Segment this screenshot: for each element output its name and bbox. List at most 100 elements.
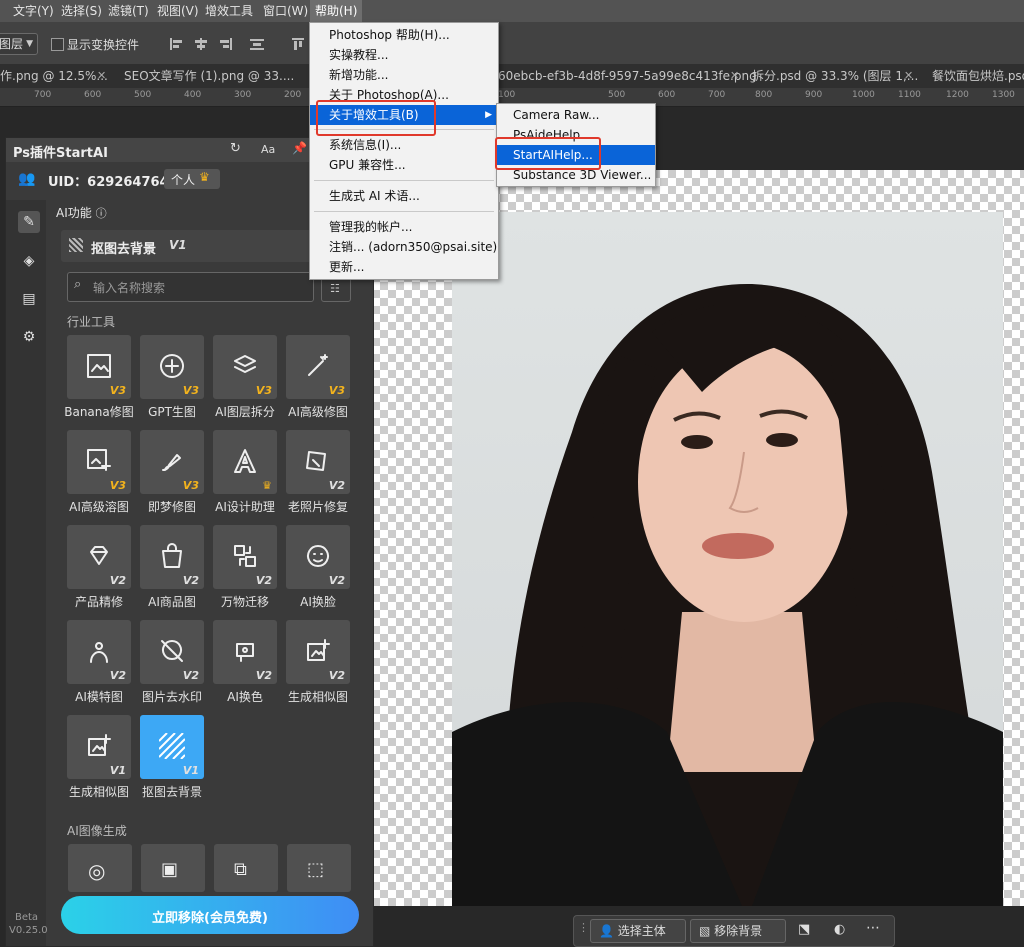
ruler-label: 300 xyxy=(234,90,252,100)
menu-item-system-info[interactable]: 系统信息(I)... xyxy=(310,135,498,155)
tool-version: V3 xyxy=(255,384,272,397)
magic-wand-icon xyxy=(308,354,328,376)
menu-item-manage-account[interactable]: 管理我的帐户... xyxy=(310,217,498,237)
transform-icon[interactable]: ⬔ xyxy=(798,922,810,937)
tool-card[interactable]: V3 xyxy=(286,335,350,399)
tool-label: AI换脸 xyxy=(300,595,336,609)
close-icon[interactable]: ✕ xyxy=(730,64,739,88)
close-icon[interactable]: ✕ xyxy=(904,64,913,88)
align-right-icon[interactable] xyxy=(218,38,232,50)
tool-label: AI换色 xyxy=(227,690,263,704)
menu-plugins[interactable]: 增效工具 xyxy=(205,0,253,22)
adjustment-icon[interactable]: ◐ xyxy=(834,922,845,937)
menu-item-tutorials[interactable]: 实操教程... xyxy=(310,45,498,65)
ruler-label: 600 xyxy=(658,90,676,100)
tool-card[interactable]: V2 xyxy=(213,525,277,589)
tool-card[interactable]: V2 xyxy=(286,620,350,684)
close-icon[interactable]: ✕ xyxy=(97,64,106,88)
tool-card[interactable]: V3 xyxy=(140,335,204,399)
refresh-icon[interactable]: ↻ xyxy=(230,141,241,156)
align-top-icon[interactable] xyxy=(292,38,306,50)
info-icon[interactable]: ⓘ xyxy=(96,207,107,220)
chevron-right-icon: ▶ xyxy=(485,110,492,120)
tool-label: AI设计助理 xyxy=(215,500,275,514)
menu-item-updates[interactable]: 更新... xyxy=(310,257,498,277)
tool-label: 抠图去背景 xyxy=(141,785,202,799)
menu-item-whats-new[interactable]: 新增功能... xyxy=(310,65,498,85)
document-icon[interactable]: ▤ xyxy=(18,288,40,310)
account-badge[interactable]: 个人 ♛ xyxy=(164,169,220,189)
tool-card[interactable]: V3 xyxy=(67,335,131,399)
layers-icon[interactable]: ◈ xyxy=(18,250,40,272)
tool-card[interactable]: V3 xyxy=(213,335,277,399)
menu-item-gpu[interactable]: GPU 兼容性... xyxy=(310,155,498,175)
crown-icon: ♛ xyxy=(262,479,272,492)
tool-card[interactable]: ⧉ xyxy=(214,844,278,892)
tool-card[interactable]: ◎ xyxy=(68,844,132,892)
account-type: 个人 xyxy=(171,173,196,187)
brush-icon xyxy=(162,454,181,471)
similar-image-icon xyxy=(307,639,330,661)
remove-background-button[interactable]: ▧ 移除背景 xyxy=(690,919,786,943)
auto-select-dropdown[interactable]: 图层 ▼ xyxy=(0,33,38,55)
menu-type[interactable]: 文字(Y) xyxy=(13,0,54,22)
tool-card[interactable]: V1 xyxy=(67,715,131,779)
tool-card[interactable]: V2 xyxy=(67,620,131,684)
product-bag-icon xyxy=(162,543,182,568)
tool-version: V2 xyxy=(109,574,126,587)
select-subject-button[interactable]: 👤 选择主体 xyxy=(590,919,686,943)
font-size-icon[interactable]: Aa xyxy=(261,143,275,156)
panel-sidebar xyxy=(6,200,46,946)
tool-card[interactable]: V2 xyxy=(140,525,204,589)
document-tab[interactable]: 60ebcb-ef3b-4d8f-9597-5a99e8c413fe.png xyxy=(498,64,757,88)
pin-icon[interactable]: 📌 xyxy=(292,141,307,155)
tool-card[interactable]: V2 xyxy=(286,430,350,494)
menu-item-sign-out[interactable]: 注销... (adorn350@psai.site) xyxy=(310,237,498,257)
distribute-icon[interactable] xyxy=(250,38,264,50)
tool-card[interactable]: V2 xyxy=(213,620,277,684)
drag-handle-icon[interactable]: ⋮ xyxy=(578,921,589,934)
more-options-icon[interactable]: ⋯ xyxy=(866,920,880,936)
tool-label: AI高级溶图 xyxy=(69,500,129,514)
menu-item-photoshop-help[interactable]: Photoshop 帮助(H)... xyxy=(310,25,498,45)
ruler-label: 500 xyxy=(608,90,626,100)
ruler-label: 200 xyxy=(284,90,302,100)
remove-now-button[interactable]: 立即移除(会员免费) xyxy=(61,896,359,934)
document-tab[interactable]: 拆分.psd @ 33.3% (图层 1,... xyxy=(752,64,918,88)
align-left-icon[interactable] xyxy=(170,38,184,50)
document-tab[interactable]: 餐饮面包烘焙.psd xyxy=(932,64,1024,88)
version-label: V0.25.0 xyxy=(9,925,48,936)
search-input[interactable]: ⌕ 输入名称搜索 xyxy=(67,272,314,302)
tool-card[interactable]: V3 xyxy=(140,430,204,494)
submenu-camera-raw[interactable]: Camera Raw... xyxy=(497,105,655,125)
document-tab[interactable]: 作.png @ 12.5%... xyxy=(0,64,108,88)
menu-filter[interactable]: 滤镜(T) xyxy=(108,0,149,22)
menu-item-genai-terms[interactable]: 生成式 AI 术语... xyxy=(310,186,498,206)
tool-version: V2 xyxy=(328,574,345,587)
document-tab[interactable]: SEO文章写作 (1).png @ 33.... xyxy=(124,64,294,88)
menu-view[interactable]: 视图(V) xyxy=(157,0,199,22)
menu-help[interactable]: 帮助(H) xyxy=(310,0,363,22)
tool-version: V2 xyxy=(328,479,345,492)
tool-card[interactable]: V1 xyxy=(140,715,204,779)
pencil-icon[interactable]: ✎ xyxy=(18,211,40,233)
tool-card[interactable]: ▣ xyxy=(141,844,205,892)
tool-card[interactable]: V2 xyxy=(67,525,131,589)
gear-icon[interactable]: ⚙ xyxy=(18,326,40,348)
menu-select[interactable]: 选择(S) xyxy=(61,0,102,22)
align-center-icon[interactable] xyxy=(194,38,208,50)
tool-card[interactable]: V2 xyxy=(286,525,350,589)
tool-card[interactable]: ♛ xyxy=(213,430,277,494)
tool-version: V3 xyxy=(109,384,126,397)
select-subject-label: 选择主体 xyxy=(617,924,666,938)
similar-image-icon xyxy=(88,734,111,756)
tool-card[interactable]: V2 xyxy=(140,620,204,684)
tool-card[interactable]: ⬚ xyxy=(287,844,351,892)
show-transform-checkbox[interactable] xyxy=(51,38,64,51)
highlight-box xyxy=(316,100,436,136)
diamond-icon xyxy=(90,546,108,565)
portrait-photo[interactable] xyxy=(452,212,1003,906)
menu-window[interactable]: 窗口(W) xyxy=(263,0,308,22)
tool-label: 图片去水印 xyxy=(141,690,202,704)
tool-card[interactable]: V3 xyxy=(67,430,131,494)
